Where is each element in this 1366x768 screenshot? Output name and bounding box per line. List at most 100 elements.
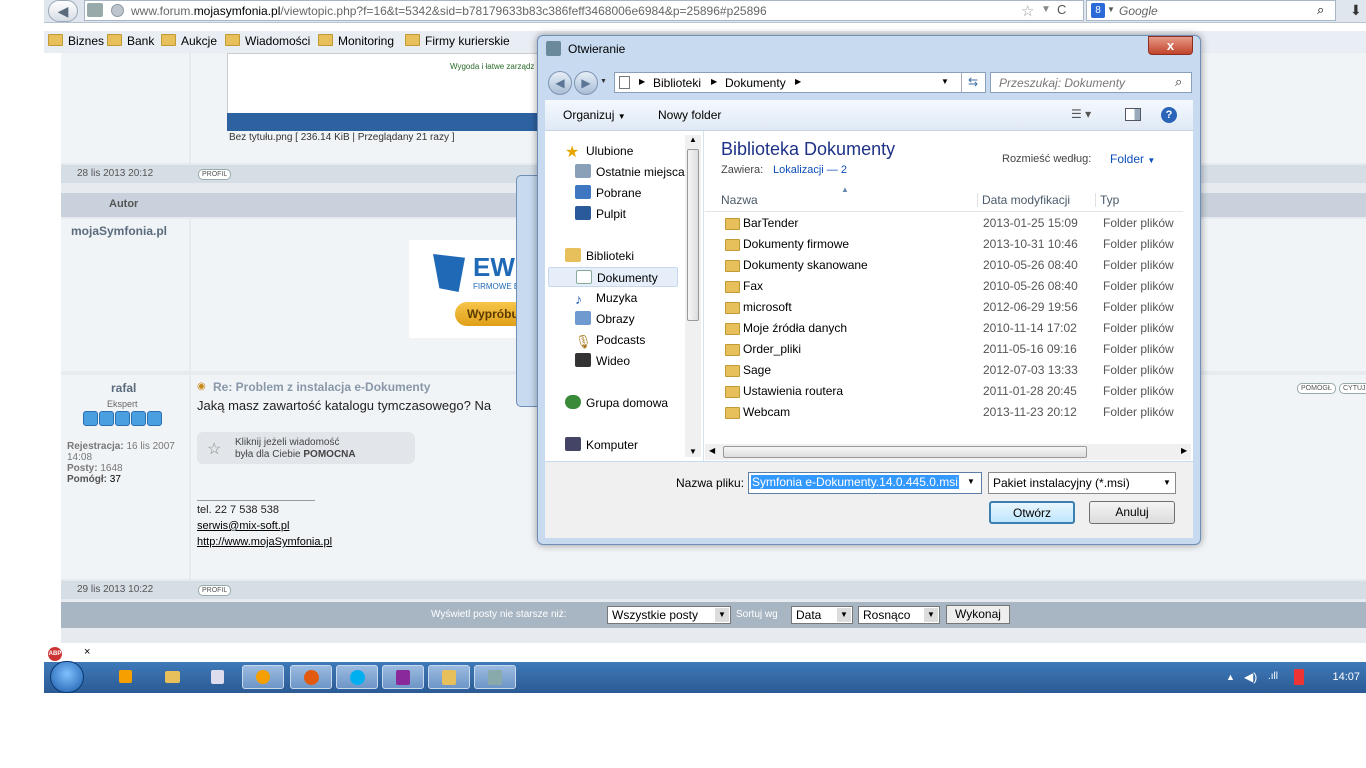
path-sep-icon[interactable]: ▶	[795, 77, 801, 86]
help-icon[interactable]: ?	[1161, 107, 1177, 123]
order-select[interactable]: Rosnąco ▼	[858, 606, 940, 624]
file-row[interactable]: Sage 2012-07-03 13:33 Folder plików	[705, 360, 1175, 381]
search-icon[interactable]: ⌕	[1317, 2, 1324, 18]
column-date[interactable]: Data modyfikacji	[977, 193, 1070, 207]
refresh-icon[interactable]: ⇆	[961, 73, 984, 92]
taskbar-installer-icon[interactable]	[474, 665, 516, 689]
signature-email-link[interactable]: serwis@mix-soft.pl	[197, 520, 289, 532]
close-addon-bar-icon[interactable]: ×	[84, 646, 90, 658]
adblock-icon[interactable]: ABP	[48, 647, 62, 661]
scroll-thumb[interactable]	[687, 149, 699, 321]
signal-icon[interactable]: .ıll	[1268, 671, 1278, 682]
volume-icon[interactable]: ◀)	[1244, 670, 1257, 684]
nav-podcasts[interactable]: 🎙 Podcasts	[575, 330, 645, 350]
file-row[interactable]: Webcam 2013-11-23 20:12 Folder plików	[705, 402, 1175, 423]
bookmark-monitoring[interactable]: Monitoring	[318, 34, 394, 48]
locations-link[interactable]: Lokalizacji — 2	[773, 164, 847, 176]
nav-video[interactable]: Wideo	[575, 351, 630, 371]
view-options-icon[interactable]: ☰ ▾	[1071, 107, 1091, 121]
file-row[interactable]: Dokumenty firmowe 2013-10-31 10:46 Folder …	[705, 234, 1175, 255]
filter-select[interactable]: Wszystkie posty ▼	[607, 606, 731, 624]
path-sep-icon[interactable]: ▶	[711, 77, 717, 86]
bookmark-bank[interactable]: Bank	[107, 34, 154, 48]
taskbar-skype-icon[interactable]	[336, 665, 378, 689]
reload-icon[interactable]: C	[1057, 2, 1066, 17]
clock[interactable]: 14:07	[1332, 671, 1360, 683]
new-folder-button[interactable]: Nowy folder	[658, 108, 721, 122]
battery-icon[interactable]	[1294, 669, 1304, 685]
nav-favorites[interactable]: ★ Ulubione	[565, 141, 633, 161]
address-path[interactable]: ▶ Biblioteki ▶ Dokumenty ▶ ▼ ⇆	[614, 72, 986, 93]
nav-recent[interactable]: Ostatnie miejsca	[575, 162, 685, 182]
preview-pane-icon[interactable]	[1125, 108, 1141, 121]
taskbar-calc-icon[interactable]	[428, 665, 470, 689]
back-button[interactable]: ◀	[548, 71, 572, 95]
download-icon[interactable]: ⬇	[1350, 2, 1362, 19]
scroll-up-icon[interactable]: ▲	[689, 135, 697, 144]
file-row[interactable]: Moje źródła danych 2010-11-14 17:02 Folder…	[705, 318, 1175, 339]
nav-desktop[interactable]: Pulpit	[575, 204, 626, 224]
taskbar-explorer-icon[interactable]	[157, 665, 187, 689]
file-row[interactable]: Ustawienia routera 2011-01-28 20:45 Folder…	[705, 381, 1175, 402]
scroll-down-icon[interactable]: ▼	[689, 447, 697, 456]
organize-button[interactable]: Organizuj ▼	[563, 108, 626, 122]
forward-button[interactable]: ▶	[574, 71, 598, 95]
scroll-left-icon[interactable]: ◀	[709, 446, 715, 455]
cytuj-button[interactable]: CYTUJ	[1339, 383, 1366, 394]
taskbar-media-icon[interactable]	[110, 665, 140, 689]
h-scrollbar[interactable]: ◀ ▶	[705, 444, 1191, 460]
bookmark-aukcje[interactable]: Aukcje	[161, 34, 217, 48]
bookmark-firmy-kurierskie[interactable]: Firmy kurierskie	[405, 34, 510, 48]
taskbar-word-icon[interactable]	[202, 665, 232, 689]
pomoge-button[interactable]: POMÓGŁ	[1297, 383, 1336, 394]
helpful-button[interactable]: ☆ Kliknij jeżeli wiadomość była dla Cieb…	[197, 432, 415, 464]
dialog-search-box[interactable]: Przeszukaj: Dokumenty ⌕	[990, 72, 1192, 93]
path-sep-icon[interactable]: ▶	[639, 77, 645, 86]
back-button[interactable]: ◀	[48, 0, 78, 22]
path-segment-dokumenty[interactable]: Dokumenty	[725, 76, 786, 90]
filename-input[interactable]: Symfonia e-Dokumenty.14.0.445.0.msi ▼	[748, 472, 982, 494]
scroll-right-icon[interactable]: ▶	[1181, 446, 1187, 455]
post-title[interactable]: Re: Problem z instalacja e-Dokumenty	[213, 380, 430, 394]
file-row[interactable]: BarTender 2013-01-25 15:09 Folder plików	[705, 213, 1175, 234]
close-button[interactable]: x	[1148, 36, 1193, 55]
address-bar[interactable]: www.forum.mojasymfonia.pl/viewtopic.php?…	[84, 0, 1084, 21]
bookmark-star-icon[interactable]: ☆	[1021, 2, 1034, 20]
column-type[interactable]: Typ	[1095, 193, 1119, 207]
nav-computer[interactable]: Komputer	[565, 435, 638, 455]
sort-select[interactable]: Data ▼	[791, 606, 853, 624]
filetype-select[interactable]: Pakiet instalacyjny (*.msi) ▼	[988, 472, 1176, 494]
nav-music[interactable]: ♪ Muzyka	[575, 288, 637, 308]
start-button[interactable]	[50, 661, 84, 693]
open-button[interactable]: Otwórz	[989, 501, 1075, 524]
profile-button[interactable]: PROFIL	[198, 169, 232, 180]
nav-homegroup[interactable]: Grupa domowa	[565, 393, 668, 413]
path-dropdown-icon[interactable]: ▼	[941, 77, 949, 86]
page-menu-icon[interactable]	[87, 3, 103, 17]
file-row[interactable]: Dokumenty skanowane 2010-05-26 08:40 Folde…	[705, 255, 1175, 276]
nav-documents[interactable]: Dokumenty	[548, 267, 678, 287]
dropdown-arrow-icon[interactable]: ▼	[1041, 4, 1051, 15]
profile-button[interactable]: PROFIL	[198, 585, 232, 596]
search-engine-arrow-icon[interactable]: ▼	[1107, 5, 1115, 14]
taskbar-app-icon[interactable]	[242, 665, 284, 689]
chevron-down-icon[interactable]: ▼	[967, 477, 975, 486]
h-scroll-thumb[interactable]	[723, 446, 1087, 458]
taskbar-firefox-icon[interactable]	[290, 665, 332, 689]
file-row[interactable]: Order_pliki 2011-05-16 09:16 Folder plików	[705, 339, 1175, 360]
nav-scrollbar[interactable]: ▲ ▼	[685, 135, 701, 457]
nav-downloads[interactable]: Pobrane	[575, 183, 641, 203]
arrange-dropdown[interactable]: Folder ▼	[1110, 152, 1155, 166]
taskbar-onenote-icon[interactable]	[382, 665, 424, 689]
file-row[interactable]: microsoft 2012-06-29 19:56 Folder plików	[705, 297, 1175, 318]
nav-libraries[interactable]: Biblioteki	[565, 246, 634, 266]
signature-url-link[interactable]: http://www.mojaSymfonia.pl	[197, 536, 332, 548]
path-segment-biblioteki[interactable]: Biblioteki	[653, 76, 701, 90]
file-row[interactable]: Fax 2010-05-26 08:40 Folder plików	[705, 276, 1175, 297]
bookmark-biznes[interactable]: Biznes	[48, 34, 104, 48]
recent-dropdown-icon[interactable]: ▼	[600, 78, 607, 85]
nav-pictures[interactable]: Obrazy	[575, 309, 635, 329]
search-box[interactable]: 8 ▼ Google ⌕	[1086, 0, 1336, 21]
bookmark-wiadomosci[interactable]: Wiadomości	[225, 34, 310, 48]
go-button[interactable]: Wykonaj	[946, 605, 1010, 624]
